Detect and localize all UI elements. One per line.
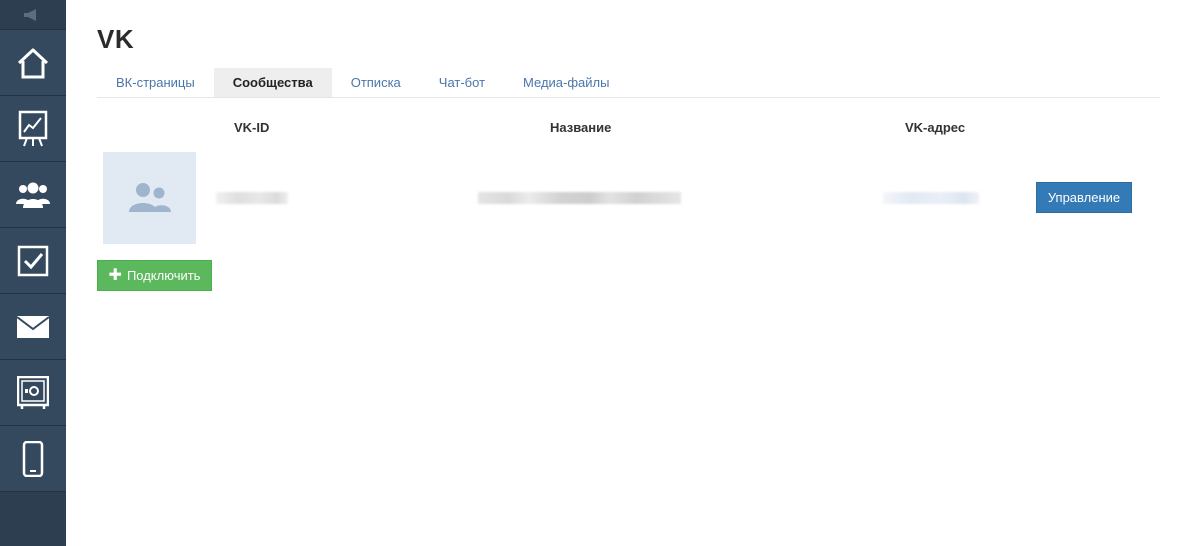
manage-button[interactable]: Управление (1036, 182, 1132, 213)
home-icon (17, 48, 49, 78)
vk-id-value-redacted (216, 192, 288, 204)
page-title: VK (97, 24, 135, 54)
tab-unsubscribe[interactable]: Отписка (332, 68, 420, 97)
tab-chat-bot[interactable]: Чат-бот (420, 68, 504, 97)
mobile-icon (22, 440, 44, 477)
sidebar-item-safe[interactable] (0, 360, 66, 426)
safe-icon (17, 375, 49, 409)
sidebar (0, 0, 66, 546)
community-avatar (103, 152, 196, 244)
mail-icon (16, 315, 50, 338)
column-header-vk-id: VK-ID (234, 120, 270, 135)
chart-icon (18, 110, 48, 146)
sidebar-item-mail[interactable] (0, 294, 66, 360)
users-icon (16, 182, 50, 208)
checkbox-icon (17, 245, 49, 276)
tab-media-files[interactable]: Медиа-файлы (504, 68, 628, 97)
sidebar-item-home[interactable] (0, 30, 66, 96)
sidebar-item-contacts[interactable] (0, 162, 66, 228)
plus-icon: ✚ (108, 266, 122, 284)
vk-address-value-redacted (883, 192, 979, 204)
tab-communities[interactable]: Сообщества (213, 68, 332, 97)
group-icon (128, 183, 171, 212)
community-name-value-redacted (478, 192, 681, 204)
sidebar-top[interactable] (0, 0, 66, 30)
connect-button-label: Подключить (126, 268, 201, 283)
sidebar-item-tasks[interactable] (0, 228, 66, 294)
connect-button[interactable]: ✚ Подключить (97, 260, 212, 291)
column-header-vk-address: VK-адрес (905, 120, 966, 135)
column-header-name: Название (550, 120, 612, 135)
sidebar-item-stats[interactable] (0, 96, 66, 162)
megaphone-icon (24, 8, 36, 21)
tab-vk-pages[interactable]: ВК-страницы (97, 68, 214, 97)
tab-bar: ВК-страницы Сообщества Отписка Чат-бот М… (97, 68, 1160, 98)
main-content: VK ВК-страницы Сообщества Отписка Чат-бо… (66, 0, 1200, 546)
sidebar-item-mobile[interactable] (0, 426, 66, 492)
